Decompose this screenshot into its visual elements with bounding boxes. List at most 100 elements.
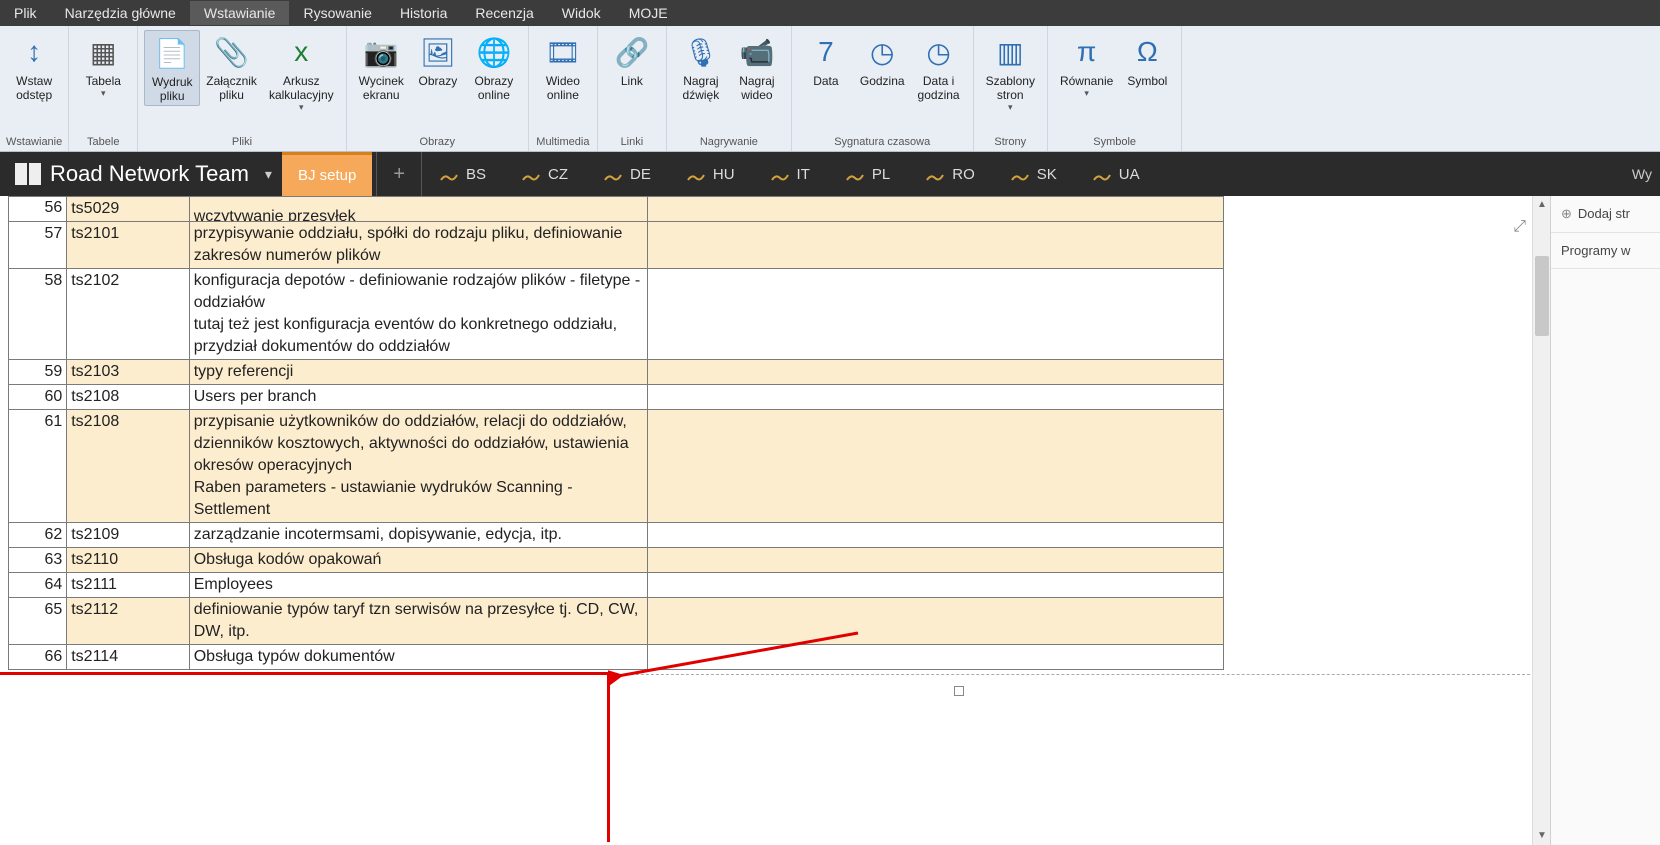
menu-item-narzędzia-główne[interactable]: Narzędzia główne	[51, 1, 190, 25]
ribbon-group-symbole: πRównanie▾ΩSymbolSymbole	[1048, 26, 1182, 151]
row-extra	[647, 410, 1223, 523]
table-row[interactable]: 57ts2101przypisywanie oddziału, spółki d…	[9, 222, 1224, 269]
row-description: przypisywanie oddziału, spółki do rodzaj…	[189, 222, 647, 269]
row-code: ts2108	[67, 410, 190, 523]
scroll-thumb[interactable]	[1535, 256, 1549, 336]
link[interactable]: 🔗Link	[604, 30, 660, 90]
symbol[interactable]: ΩSymbol	[1119, 30, 1175, 90]
section-tab-label: IT	[797, 166, 810, 183]
obrazy[interactable]: 🖼Obrazy	[410, 30, 466, 90]
obrazy-label: Obrazy	[419, 74, 458, 88]
notebook-title[interactable]: Road Network Team	[50, 161, 249, 187]
table-row[interactable]: 61ts2108przypisanie użytkowników do oddz…	[9, 410, 1224, 523]
notebook-dropdown-icon[interactable]: ▾	[255, 166, 282, 183]
wstaw-odstep[interactable]: ↕Wstaw odstęp	[6, 30, 62, 104]
row-code: ts2101	[67, 222, 190, 269]
nagraj-wideo-icon: 📹	[737, 32, 777, 72]
menu-item-historia[interactable]: Historia	[386, 1, 461, 25]
table-row[interactable]: 56ts5029wczytywanie przesyłek	[9, 197, 1224, 222]
nagraj-wideo[interactable]: 📹Nagraj wideo	[729, 30, 785, 104]
arkusz-kalkulacyjny-icon: x	[281, 32, 321, 72]
section-tab-sk[interactable]: SK	[993, 166, 1075, 183]
workspace: 56ts5029wczytywanie przesyłek 57ts2101pr…	[0, 196, 1660, 845]
data-godzina[interactable]: ◷Data i godzina	[911, 30, 967, 104]
rownanie-dropdown-icon[interactable]: ▾	[1084, 88, 1089, 99]
resize-handle[interactable]	[954, 686, 964, 696]
ribbon-group-label: Nagrywanie	[673, 134, 785, 151]
section-tab-label: SK	[1037, 166, 1057, 183]
section-tab-ro[interactable]: RO	[908, 166, 993, 183]
vertical-scrollbar[interactable]: ▲ ▼	[1532, 196, 1550, 845]
section-tab-label: DE	[630, 166, 651, 183]
zalacznik-pliku[interactable]: 📎Załącznik pliku	[200, 30, 263, 104]
section-icon	[440, 169, 458, 179]
scroll-down-icon[interactable]: ▼	[1533, 827, 1550, 845]
szablony-stron[interactable]: ▥Szablony stron▾	[980, 30, 1041, 115]
wydruk-pliku[interactable]: 📄Wydruk pliku	[144, 30, 200, 106]
section-bar: Road Network Team ▾ BJ setup + BSCZ DE HU I…	[0, 152, 1660, 196]
tabela[interactable]: ▦Tabela▾	[75, 30, 131, 101]
section-tab-cz[interactable]: CZ	[504, 166, 586, 183]
rownanie[interactable]: πRównanie▾	[1054, 30, 1119, 101]
table-row[interactable]: 64ts2111Employees	[9, 573, 1224, 598]
row-number: 56	[9, 197, 67, 222]
menu-item-widok[interactable]: Widok	[548, 1, 615, 25]
data[interactable]: 7Data	[798, 30, 854, 90]
szablony-stron-dropdown-icon[interactable]: ▾	[1008, 102, 1013, 113]
row-extra	[647, 645, 1223, 670]
expand-icon[interactable]: ⤢	[1513, 218, 1526, 236]
ribbon-group-label: Obrazy	[353, 134, 522, 151]
page-list-item[interactable]: Programy w	[1551, 233, 1660, 269]
row-extra	[647, 360, 1223, 385]
section-tab-hu[interactable]: HU	[669, 166, 753, 183]
section-tab-it[interactable]: IT	[753, 166, 828, 183]
section-tab-label: RO	[952, 166, 975, 183]
page-canvas[interactable]: 56ts5029wczytywanie przesyłek 57ts2101pr…	[0, 196, 1550, 845]
godzina-label: Godzina	[860, 74, 905, 88]
table-row[interactable]: 58ts2102konfiguracja depotów - definiowa…	[9, 269, 1224, 360]
table-row[interactable]: 63ts2110Obsługa kodów opakowań	[9, 548, 1224, 573]
tab-add[interactable]: +	[376, 152, 422, 196]
tabela-dropdown-icon[interactable]: ▾	[101, 88, 106, 99]
sectionbar-right-button[interactable]: Wy	[1624, 166, 1660, 182]
row-code: ts2109	[67, 523, 190, 548]
row-number: 59	[9, 360, 67, 385]
arkusz-kalkulacyjny[interactable]: xArkusz kalkulacyjny▾	[263, 30, 340, 115]
menu-item-recenzja[interactable]: Recenzja	[461, 1, 547, 25]
row-number: 66	[9, 645, 67, 670]
row-number: 61	[9, 410, 67, 523]
table-row[interactable]: 59ts2103typy referencji	[9, 360, 1224, 385]
row-number: 64	[9, 573, 67, 598]
wycinek-ekranu[interactable]: 📷Wycinek ekranu	[353, 30, 410, 104]
godzina[interactable]: ◷Godzina	[854, 30, 911, 90]
table-row[interactable]: 62ts2109zarządzanie incotermsami, dopisy…	[9, 523, 1224, 548]
menu-item-rysowanie[interactable]: Rysowanie	[289, 1, 385, 25]
row-extra	[647, 269, 1223, 360]
ribbon-group-label: Multimedia	[535, 134, 591, 151]
menu-item-plik[interactable]: Plik	[0, 1, 51, 25]
menu-item-moje[interactable]: MOJE	[615, 1, 682, 25]
annotation-red-box	[0, 672, 610, 842]
section-tab-pl[interactable]: PL	[828, 166, 908, 183]
arkusz-kalkulacyjny-dropdown-icon[interactable]: ▾	[299, 102, 304, 113]
table-row[interactable]: 66ts2114Obsługa typów dokumentów	[9, 645, 1224, 670]
tab-active[interactable]: BJ setup	[282, 152, 372, 196]
row-code: ts2114	[67, 645, 190, 670]
row-description: konfiguracja depotów - definiowanie rodz…	[189, 269, 647, 360]
row-number: 63	[9, 548, 67, 573]
section-tab-bs[interactable]: BS	[422, 166, 504, 183]
obrazy-online[interactable]: 🌐Obrazy online	[466, 30, 522, 104]
menu-item-wstawianie[interactable]: Wstawianie	[190, 1, 290, 25]
section-tab-ua[interactable]: UA	[1075, 166, 1158, 183]
scroll-up-icon[interactable]: ▲	[1533, 196, 1550, 214]
tab-active-label: BJ setup	[298, 167, 356, 184]
section-tab-de[interactable]: DE	[586, 166, 669, 183]
add-page-button[interactable]: Dodaj str	[1551, 196, 1660, 233]
content-table[interactable]: 56ts5029wczytywanie przesyłek 57ts2101pr…	[8, 196, 1224, 670]
wideo-online[interactable]: 🎞Wideo online	[535, 30, 591, 104]
table-row[interactable]: 65ts2112definiowanie typów taryf tzn ser…	[9, 598, 1224, 645]
row-code: ts5029	[67, 197, 190, 222]
nagraj-dzwiek[interactable]: 🎙Nagraj dźwięk	[673, 30, 729, 104]
table-row[interactable]: 60ts2108Users per branch	[9, 385, 1224, 410]
row-description: definiowanie typów taryf tzn serwisów na…	[189, 598, 647, 645]
